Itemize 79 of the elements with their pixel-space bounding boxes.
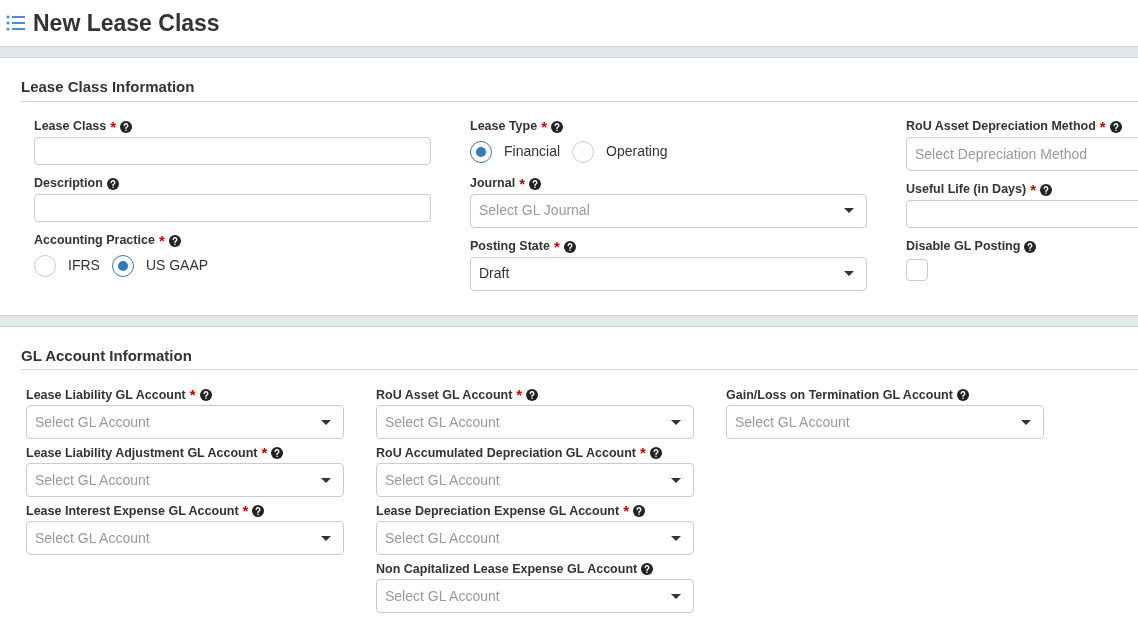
field-label: Accounting Practice: [34, 232, 155, 250]
field-label: Description: [34, 175, 103, 193]
help-icon: [168, 234, 181, 247]
field-label: Lease Liability GL Account: [26, 386, 186, 404]
help-icon: [199, 389, 212, 401]
text-input[interactable]: [34, 136, 431, 165]
text-input[interactable]: Select Depreciation Method: [906, 136, 1138, 171]
required-mark: *: [242, 503, 249, 518]
field-label: Lease Type: [470, 118, 538, 136]
field-label: RoU Asset Depreciation Method: [906, 118, 1096, 136]
help-icon: [1109, 120, 1122, 133]
required-mark: *: [158, 232, 165, 248]
page-title: New Lease Class: [33, 8, 220, 38]
help-icon: [526, 389, 539, 401]
select-dropdown[interactable]: Select GL Account: [26, 405, 344, 439]
help-icon: [252, 505, 265, 517]
field-label: Journal: [470, 175, 516, 193]
select-dropdown[interactable]: Select GL Account: [26, 521, 344, 555]
select-dropdown[interactable]: Select GL Account: [376, 463, 694, 497]
select-dropdown[interactable]: Select GL Account: [376, 579, 694, 613]
field-label: Lease Liability Adjustment GL Account: [26, 444, 258, 462]
help-icon: [1040, 183, 1052, 196]
select-dropdown[interactable]: Select GL Account: [376, 405, 694, 439]
help-icon: [120, 120, 133, 133]
radio-label: IFRS: [68, 256, 100, 275]
field-label: Lease Class: [34, 118, 107, 136]
field-label: RoU Asset GL Account: [376, 386, 513, 404]
required-mark: *: [541, 118, 547, 134]
select-dropdown[interactable]: Select GL Account: [26, 463, 344, 497]
help-icon: [271, 447, 284, 459]
help-icon: [641, 563, 654, 575]
required-mark: *: [640, 445, 646, 460]
help-icon: [1024, 240, 1037, 253]
field-label: Gain/Loss on Termination GL Account: [726, 386, 953, 404]
help-icon: [551, 120, 563, 133]
field-label: Non Capitalized Lease Expense GL Account: [376, 560, 638, 578]
required-mark: *: [1099, 118, 1106, 134]
required-mark: *: [1030, 181, 1036, 197]
required-mark: *: [553, 238, 560, 254]
caret-icon: [844, 208, 854, 213]
section-title: Lease Class Information: [21, 77, 196, 97]
field-label: Posting State: [470, 238, 550, 256]
field-label: Useful Life (in Days): [906, 181, 1027, 199]
required-mark: *: [261, 445, 268, 460]
field-label: Lease Depreciation Expense GL Account: [376, 502, 620, 520]
select-dropdown[interactable]: Select GL Account: [376, 521, 694, 555]
radio-label: Financial: [504, 142, 561, 161]
required-mark: *: [189, 387, 196, 402]
select-dropdown[interactable]: Select GL Journal: [470, 193, 867, 228]
caret-icon: [321, 535, 331, 541]
select-dropdown[interactable]: Draft: [470, 256, 867, 291]
text-input[interactable]: [34, 193, 431, 222]
required-mark: *: [623, 503, 629, 518]
radio-label: US GAAP: [145, 256, 209, 275]
help-icon: [106, 177, 119, 190]
help-icon: [529, 177, 541, 190]
list-icon: [6, 15, 25, 31]
caret-icon: [671, 593, 681, 599]
caret-icon: [321, 419, 331, 425]
field-label: Lease Interest Expense GL Account: [26, 502, 239, 520]
field-label: Disable GL Posting: [906, 238, 1021, 256]
caret-icon: [321, 477, 331, 483]
required-mark: *: [110, 118, 117, 134]
select-dropdown[interactable]: Select GL Account: [726, 405, 1044, 439]
help-icon: [563, 240, 576, 253]
caret-icon: [671, 419, 681, 425]
field-label: RoU Accumulated Depreciation GL Account: [376, 444, 636, 462]
checkbox[interactable]: [906, 258, 928, 281]
help-icon: [633, 505, 645, 517]
caret-icon: [671, 477, 681, 483]
section-title: GL Account Information: [21, 345, 193, 366]
help-icon: [649, 447, 662, 459]
caret-icon: [844, 271, 854, 276]
help-icon: [956, 389, 969, 401]
caret-icon: [671, 535, 681, 541]
required-mark: *: [516, 387, 523, 402]
caret-icon: [1021, 419, 1031, 425]
radio-label: Operating: [606, 142, 668, 161]
required-mark: *: [519, 175, 525, 191]
